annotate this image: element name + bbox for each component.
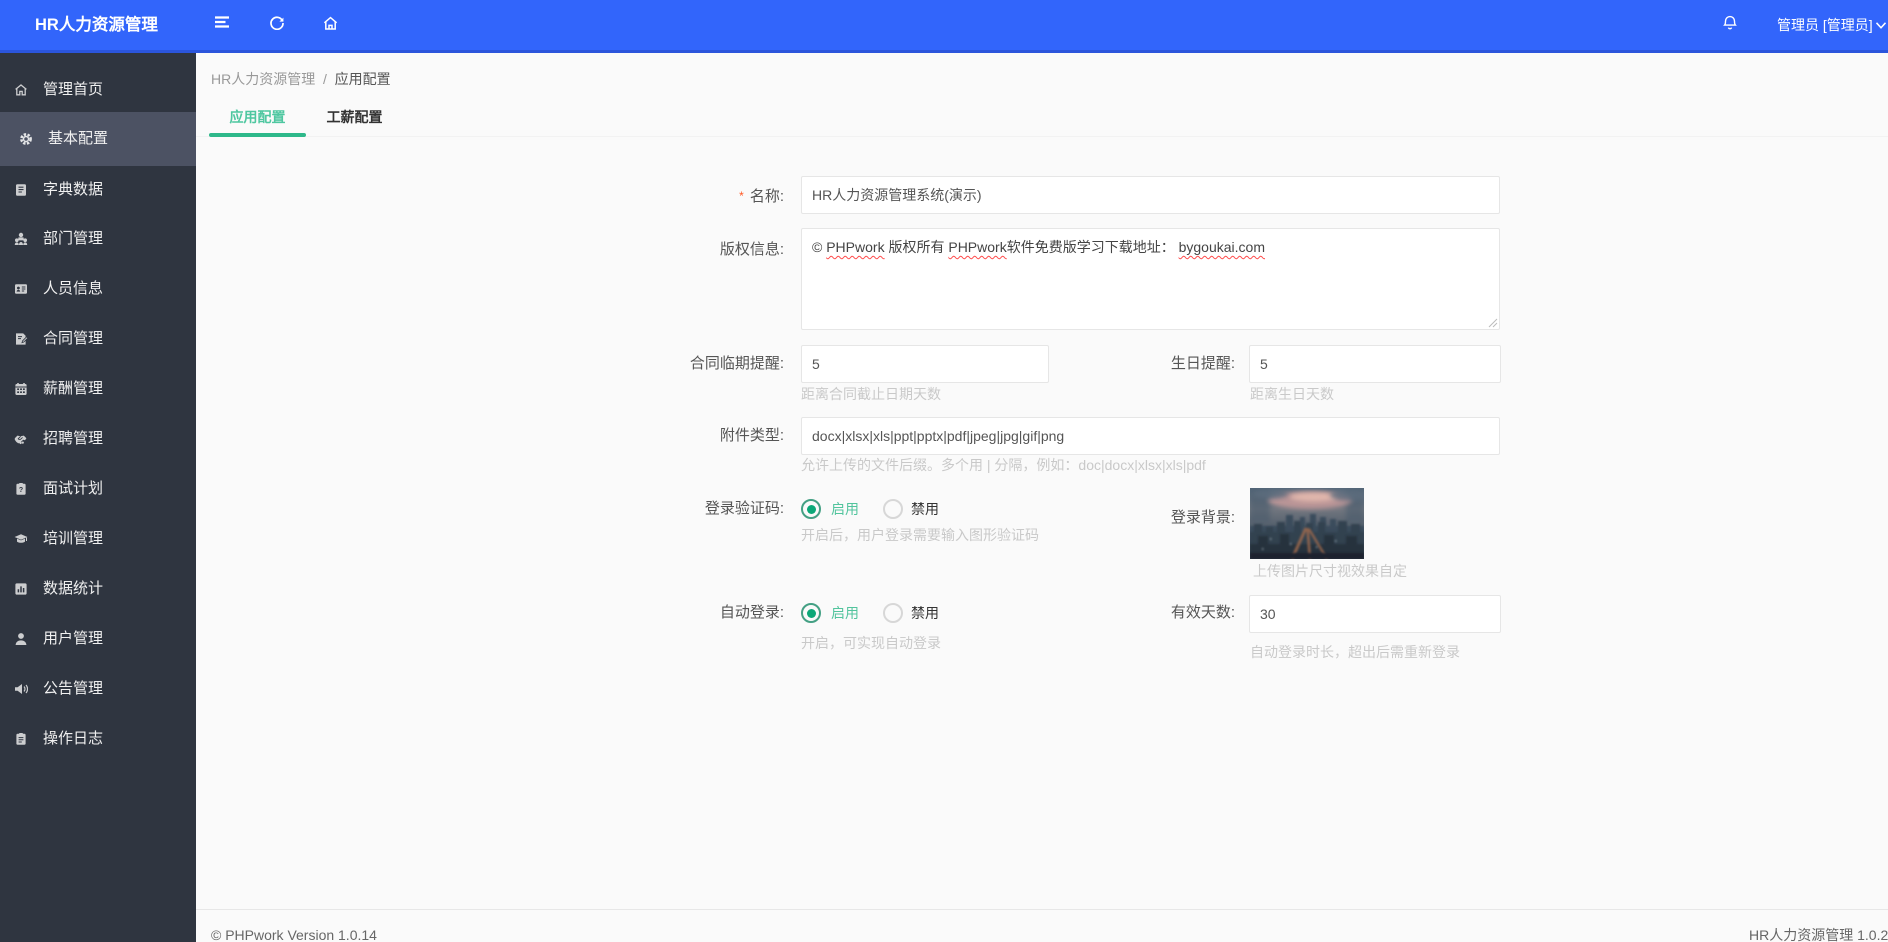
svg-text:?: ? xyxy=(19,487,23,494)
